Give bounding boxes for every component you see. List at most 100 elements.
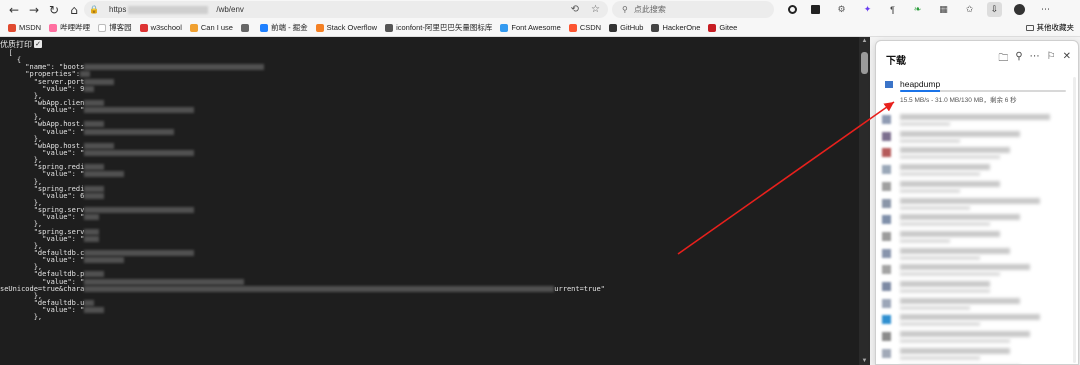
download-history-item[interactable] [882, 362, 1068, 365]
scroll-down-icon[interactable]: ▼ [859, 357, 870, 365]
search-icon[interactable]: ⚲ [1015, 51, 1022, 68]
redacted-text [80, 71, 91, 78]
redacted-text [84, 121, 105, 128]
download-item-heapdump[interactable]: heapdump 15.5 MB/s - 31.0 MB/130 MB，剩余 6… [882, 79, 1070, 104]
downloads-title: 下载 [886, 55, 906, 67]
bookmark-item[interactable]: Gitee [708, 23, 737, 32]
bookmark-item[interactable]: Font Awesome [500, 23, 561, 32]
download-history-item[interactable] [882, 228, 1068, 246]
extension-grid-icon[interactable]: ▦ [936, 2, 951, 17]
avatar[interactable] [1012, 2, 1027, 17]
url-field[interactable]: 🔒 https /wb/env ⟲ ☆ [84, 1, 608, 18]
redacted-status [900, 138, 960, 143]
extension-square-icon[interactable] [808, 2, 823, 17]
other-favorites-label: 其他收藏夹 [1036, 23, 1075, 32]
download-history-item[interactable] [882, 345, 1068, 363]
download-history-item[interactable] [882, 261, 1068, 279]
bookmark-item[interactable] [240, 23, 252, 32]
download-history-item[interactable] [882, 178, 1068, 196]
bookmark-item[interactable]: Can I use [189, 23, 233, 32]
download-history-item[interactable] [882, 144, 1068, 162]
code-line: }, [0, 221, 858, 228]
bookmark-item[interactable]: HackerOne [651, 23, 700, 32]
file-icon [882, 298, 891, 308]
translate-icon[interactable]: ⟲ [571, 4, 579, 15]
favorites-icon[interactable]: ✩ [962, 2, 977, 17]
code-line: "value": " [0, 149, 858, 157]
file-icon [882, 131, 891, 141]
json-code-view: [ { "name": "boots "properties": "server… [0, 49, 858, 322]
code-line: "wbApp.clien [0, 99, 858, 107]
download-history-item[interactable] [882, 128, 1068, 146]
page-content: 优质打印 ✓ [ { "name": "boots "properties": … [0, 37, 870, 365]
bookmark-item[interactable]: w3school [139, 23, 182, 32]
download-history-item[interactable] [882, 295, 1068, 313]
file-icon [885, 81, 893, 88]
more-options-icon[interactable]: ⋯ [1030, 51, 1040, 68]
more-menu-icon[interactable]: ⋯ [1038, 2, 1053, 17]
code-line: "value": " [0, 235, 858, 243]
pin-icon[interactable]: ⚐ [1047, 51, 1056, 68]
file-icon [882, 198, 891, 208]
download-history-item[interactable] [882, 211, 1068, 229]
redacted-filename [900, 180, 1000, 187]
download-history-item[interactable] [882, 161, 1068, 179]
favorite-star-icon[interactable]: ☆ [591, 4, 600, 15]
download-history-item[interactable] [882, 111, 1068, 129]
bookmark-item[interactable]: 前端 - 掘金 [259, 22, 308, 33]
download-history-item[interactable] [882, 245, 1068, 263]
downloads-icon[interactable]: ⇩ [987, 2, 1002, 17]
download-history-item[interactable] [882, 311, 1068, 329]
code-line: [ [0, 49, 858, 57]
scrollbar-thumb[interactable] [861, 52, 868, 74]
folder-icon [1025, 24, 1034, 31]
extension-circle-icon[interactable] [785, 2, 800, 17]
download-history-item[interactable] [882, 195, 1068, 213]
code-line: }, [0, 92, 858, 100]
bookmark-label: iconfont-阿里巴巴矢量图标库 [396, 23, 493, 32]
other-favorites[interactable]: 其他收藏夹 [1025, 22, 1075, 33]
extension-gear-icon[interactable]: ⚙ [834, 2, 849, 17]
code-text: }, [33, 313, 43, 322]
open-folder-icon[interactable]: 🗀 [998, 51, 1008, 68]
url-prefix: https [109, 5, 127, 14]
redacted-status [900, 238, 950, 243]
bookmark-item[interactable]: MSDN [8, 23, 41, 32]
bookmark-item[interactable]: 哔哩哔哩 [49, 22, 90, 33]
bookmark-label: 前端 - 掘金 [270, 23, 308, 32]
extension-puzzle-icon[interactable]: ✦ [860, 2, 875, 17]
code-line: }, [0, 135, 858, 143]
download-history-item[interactable] [882, 328, 1068, 346]
back-button[interactable]: ← [4, 0, 24, 19]
browser-window: ← → ↻ ⌂ 🔒 https /wb/env ⟲ ☆ ⚲ 点此搜索 ⚙ ✦ ¶… [0, 0, 1080, 365]
file-icon [882, 315, 891, 325]
extension-paragraph-icon[interactable]: ¶ [885, 2, 900, 17]
download-filename[interactable]: heapdump [900, 79, 940, 89]
forward-button[interactable]: → [24, 0, 44, 19]
reload-button[interactable]: ↻ [44, 0, 64, 19]
close-icon[interactable]: ✕ [1063, 51, 1071, 68]
redacted-filename [900, 264, 1030, 271]
search-box[interactable]: ⚲ 点此搜索 [612, 1, 774, 18]
bookmark-item[interactable]: GitHub [609, 23, 643, 32]
code-text: urrent=true" [554, 284, 605, 293]
scroll-up-icon[interactable]: ▲ [859, 37, 870, 45]
code-line: "defaultdb.p [0, 271, 858, 278]
redacted-status [900, 122, 950, 126]
url-path: /wb/env [216, 5, 244, 14]
file-icon [882, 231, 891, 241]
code-line: "spring.redi [0, 164, 858, 171]
bookmark-item[interactable]: iconfont-阿里巴巴矢量图标库 [385, 22, 492, 33]
bookmark-item[interactable]: CSDN [568, 23, 601, 32]
download-history-item[interactable] [882, 278, 1068, 296]
pretty-print-toggle[interactable]: 优质打印 ✓ [0, 39, 42, 49]
home-button[interactable]: ⌂ [64, 0, 84, 19]
downloads-scrollbar[interactable] [1073, 77, 1076, 363]
bookmark-item[interactable]: 博客园 [98, 22, 132, 33]
vertical-scrollbar[interactable]: ▲ ▼ [859, 37, 870, 365]
checkbox-checked-icon[interactable]: ✓ [34, 40, 42, 48]
extension-leaf-icon[interactable]: ❧ [910, 2, 925, 17]
search-placeholder: 点此搜索 [633, 5, 666, 14]
bookmark-item[interactable]: Stack Overflow [315, 23, 377, 32]
code-line: }, [0, 157, 858, 164]
